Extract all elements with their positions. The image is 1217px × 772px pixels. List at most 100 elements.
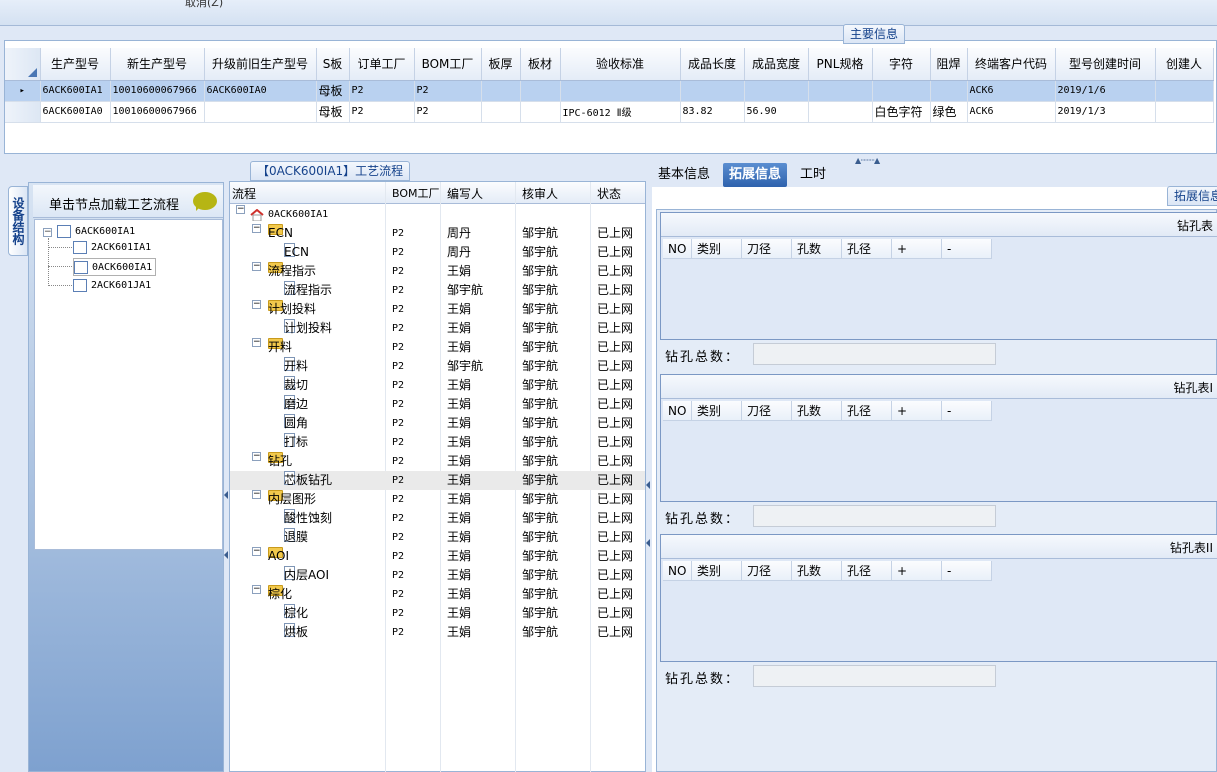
tree-node-selected[interactable]: 0ACK600IA1 [73, 258, 157, 276]
drill-col-header[interactable]: + [892, 561, 942, 581]
drill-col-header[interactable]: - [942, 561, 992, 581]
collapse-arrow-icon[interactable] [224, 491, 228, 499]
col-header-reviewer[interactable]: 核审人 [522, 185, 558, 202]
drill-col-header[interactable]: 孔数 [792, 401, 842, 421]
table-cell[interactable]: 83.82 [680, 101, 745, 123]
table-cell[interactable]: 绿色 [930, 101, 968, 123]
table-row[interactable]: ▸ 6ACK600IA1 10010600067966 6ACK600IA0 母… [5, 80, 1214, 102]
table-cell[interactable] [930, 80, 968, 102]
collapse-icon[interactable]: − [43, 228, 52, 237]
collapse-icon[interactable]: − [236, 205, 245, 214]
drill-col-header[interactable]: 刀径 [742, 239, 792, 259]
collapse-arrow-icon[interactable] [646, 481, 650, 489]
cancel-button[interactable]: 取消(Z) [185, 0, 223, 10]
col-header[interactable]: 新生产型号 [110, 48, 205, 81]
col-header[interactable]: S板 [316, 48, 350, 81]
table-cell[interactable]: 2019/1/6 [1055, 80, 1156, 102]
drill-col-header[interactable]: 刀径 [742, 401, 792, 421]
tree-node[interactable]: 2ACK601IA1 [73, 239, 151, 257]
col-header[interactable]: 验收标准 [560, 48, 681, 81]
table-cell[interactable] [872, 80, 931, 102]
tab-basic-info[interactable]: 基本信息 [652, 163, 716, 187]
process-row[interactable]: − ECN P2 周丹 邹宇航 已上网 [230, 224, 645, 243]
process-row[interactable]: 打标 P2 王娟 邹宇航 已上网 [230, 433, 645, 452]
col-header[interactable]: 成品宽度 [744, 48, 809, 81]
collapse-arrow-icon[interactable] [224, 551, 228, 559]
process-row[interactable]: 退膜 P2 王娟 邹宇航 已上网 [230, 528, 645, 547]
drill-col-header[interactable]: 孔数 [792, 239, 842, 259]
drill-col-header[interactable]: 类别 [692, 401, 742, 421]
process-row[interactable]: 芯板钻孔 P2 王娟 邹宇航 已上网 [230, 471, 645, 490]
drill-col-header[interactable]: 孔数 [792, 561, 842, 581]
table-cell[interactable]: ACK6 [967, 80, 1056, 102]
table-cell[interactable] [481, 101, 521, 123]
process-row[interactable]: 开料 P2 邹宇航 邹宇航 已上网 [230, 357, 645, 376]
drill-col-header[interactable]: NO [663, 239, 692, 259]
table-row[interactable]: 6ACK600IA0 10010600067966 母板 P2 P2 IPC-6… [5, 101, 1214, 123]
collapse-icon[interactable]: − [252, 547, 261, 556]
process-tab[interactable]: 【0ACK600IA1】工艺流程 [250, 161, 411, 181]
process-row[interactable]: − AOI P2 王娟 邹宇航 已上网 [230, 547, 645, 566]
table-cell[interactable] [204, 101, 317, 123]
main-info-tab[interactable]: 主要信息 [843, 24, 906, 44]
table-cell[interactable] [1155, 101, 1214, 123]
equipment-structure-tab[interactable]: 设备结构 [8, 186, 28, 256]
table-cell[interactable] [744, 80, 809, 102]
drill-grid-body[interactable] [663, 259, 1215, 338]
col-header[interactable]: 板厚 [481, 48, 521, 81]
col-header[interactable]: 板材 [520, 48, 561, 81]
col-header-flow[interactable]: 流程 [232, 185, 256, 202]
col-header[interactable]: BOM工厂 [414, 48, 482, 81]
process-row[interactable]: 棕化 P2 王娟 邹宇航 已上网 [230, 604, 645, 623]
col-header[interactable]: 生产型号 [40, 48, 111, 81]
table-cell[interactable]: 56.90 [744, 101, 809, 123]
table-cell[interactable] [808, 101, 873, 123]
table-cell[interactable] [808, 80, 873, 102]
drill-col-header[interactable]: - [942, 401, 992, 421]
table-cell[interactable] [1155, 80, 1214, 102]
table-cell[interactable] [680, 80, 745, 102]
drill-col-header[interactable]: + [892, 239, 942, 259]
drill-grid-body[interactable] [663, 421, 1215, 500]
process-row[interactable]: − 内层图形 P2 王娟 邹宇航 已上网 [230, 490, 645, 509]
collapse-icon[interactable]: − [252, 338, 261, 347]
collapse-icon[interactable]: − [252, 585, 261, 594]
col-header[interactable]: 字符 [872, 48, 931, 81]
process-row[interactable]: − 计划投料 P2 王娟 邹宇航 已上网 [230, 300, 645, 319]
tree-node[interactable]: 2ACK601JA1 [73, 277, 151, 295]
row-selector-icon[interactable]: ▸ [5, 80, 41, 102]
table-cell[interactable] [520, 101, 561, 123]
drill-count-field[interactable] [753, 505, 996, 527]
drill-col-header[interactable]: 孔径 [842, 561, 892, 581]
col-header[interactable]: 型号创建时间 [1055, 48, 1156, 81]
table-cell[interactable]: 6ACK600IA0 [40, 101, 111, 123]
process-row[interactable]: 流程指示 P2 邹宇航 邹宇航 已上网 [230, 281, 645, 300]
collapse-icon[interactable]: − [252, 452, 261, 461]
tab-extended-info[interactable]: 拓展信息 [723, 163, 788, 187]
col-header[interactable]: 成品长度 [680, 48, 745, 81]
table-cell[interactable]: P2 [414, 80, 482, 102]
collapse-icon[interactable]: − [252, 300, 261, 309]
process-row[interactable]: 磨边 P2 王娟 邹宇航 已上网 [230, 395, 645, 414]
col-header[interactable]: 终端客户代码 [967, 48, 1056, 81]
row-selector[interactable] [5, 101, 41, 123]
process-row[interactable]: − 流程指示 P2 王娟 邹宇航 已上网 [230, 262, 645, 281]
process-root-row[interactable]: −0ACK600IA1 [230, 205, 645, 224]
table-cell[interactable]: 6ACK600IA0 [204, 80, 317, 102]
mid-splitter[interactable] [646, 161, 651, 772]
collapse-icon[interactable]: − [252, 490, 261, 499]
col-header-status[interactable]: 状态 [597, 185, 621, 202]
collapse-arrow-icon[interactable] [646, 539, 650, 547]
table-cell[interactable] [481, 80, 521, 102]
drill-grid-body[interactable] [663, 581, 1215, 660]
tab-work-hours[interactable]: 工时 [794, 163, 832, 187]
table-cell[interactable] [520, 80, 561, 102]
process-row[interactable]: 酸性蚀刻 P2 王娟 邹宇航 已上网 [230, 509, 645, 528]
drill-col-header[interactable]: 孔径 [842, 239, 892, 259]
drill-col-header[interactable]: 孔径 [842, 401, 892, 421]
table-cell[interactable]: 6ACK600IA1 [40, 80, 111, 102]
table-cell[interactable]: P2 [349, 80, 415, 102]
process-row[interactable]: 裁切 P2 王娟 邹宇航 已上网 [230, 376, 645, 395]
table-cell[interactable]: 10010600067966 [110, 101, 205, 123]
table-cell[interactable]: 母板 [316, 101, 350, 123]
